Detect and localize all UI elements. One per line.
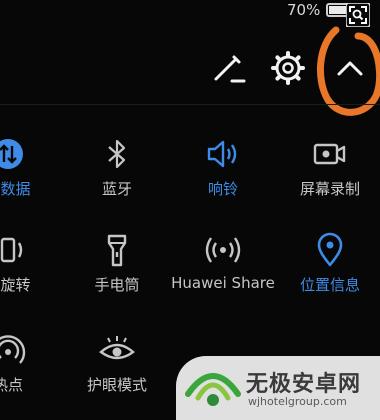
gear-icon[interactable] (268, 48, 308, 88)
tile-huawei-share[interactable]: Huawei Share (168, 230, 278, 314)
tile-label: 位置信息 (299, 276, 360, 294)
tile-label: 热点 (0, 376, 23, 394)
tile-flashlight[interactable]: 手电筒 (62, 230, 172, 314)
tile-label: 护眼模式 (86, 376, 147, 394)
chevron-up-icon[interactable] (330, 48, 370, 88)
tile-eye-comfort[interactable]: 护眼模式 (62, 330, 172, 414)
tile-ring[interactable]: 响铃 (168, 134, 278, 218)
watermark-url: wjhotelgroup.com (248, 395, 347, 408)
watermark-title: 无极安卓网 (246, 372, 362, 397)
site-watermark: 无极安卓网 wjhotelgroup.com (176, 356, 380, 420)
tile-label: 动数据 (0, 180, 31, 198)
watermark-logo (185, 373, 241, 406)
speaker-icon (203, 134, 243, 174)
flashlight-icon (97, 230, 137, 270)
auto-rotate-icon (0, 230, 28, 270)
battery-percentage: 70% (287, 1, 321, 19)
pencil-icon[interactable] (208, 48, 248, 88)
mobile-data-icon (0, 134, 28, 174)
tile-location[interactable]: 位置信息 (275, 230, 380, 314)
tile-bluetooth[interactable]: 蓝牙 (62, 134, 172, 218)
status-bar: 70% (0, 0, 380, 28)
tile-label: 屏幕录制 (299, 180, 360, 198)
tile-label: 蓝牙 (101, 180, 132, 198)
hotspot-icon (0, 330, 28, 370)
location-icon (310, 230, 350, 270)
tile-label: 手电筒 (94, 276, 140, 294)
tile-label: 响铃 (207, 180, 238, 198)
eye-comfort-icon (97, 330, 137, 370)
tile-auto-rotate[interactable]: 动旋转 (0, 230, 63, 314)
tile-label: Huawei Share (171, 274, 275, 292)
tile-mobile-data[interactable]: 动数据 (0, 134, 63, 218)
tile-screen-record[interactable]: 屏幕录制 (275, 134, 380, 218)
quick-settings-panel: 70% 数据 蓝牙 响铃 屏幕录制 旋转 手电筒 Huawei Share 位置… (0, 0, 380, 420)
toolbar-divider (0, 104, 380, 105)
bluetooth-icon (97, 134, 137, 174)
tile-label: 动旋转 (0, 276, 31, 294)
huawei-share-icon (203, 230, 243, 270)
tile-hotspot[interactable]: 热点 (0, 330, 63, 414)
screen-record-icon (310, 134, 350, 174)
screenshot-icon[interactable] (345, 2, 371, 28)
